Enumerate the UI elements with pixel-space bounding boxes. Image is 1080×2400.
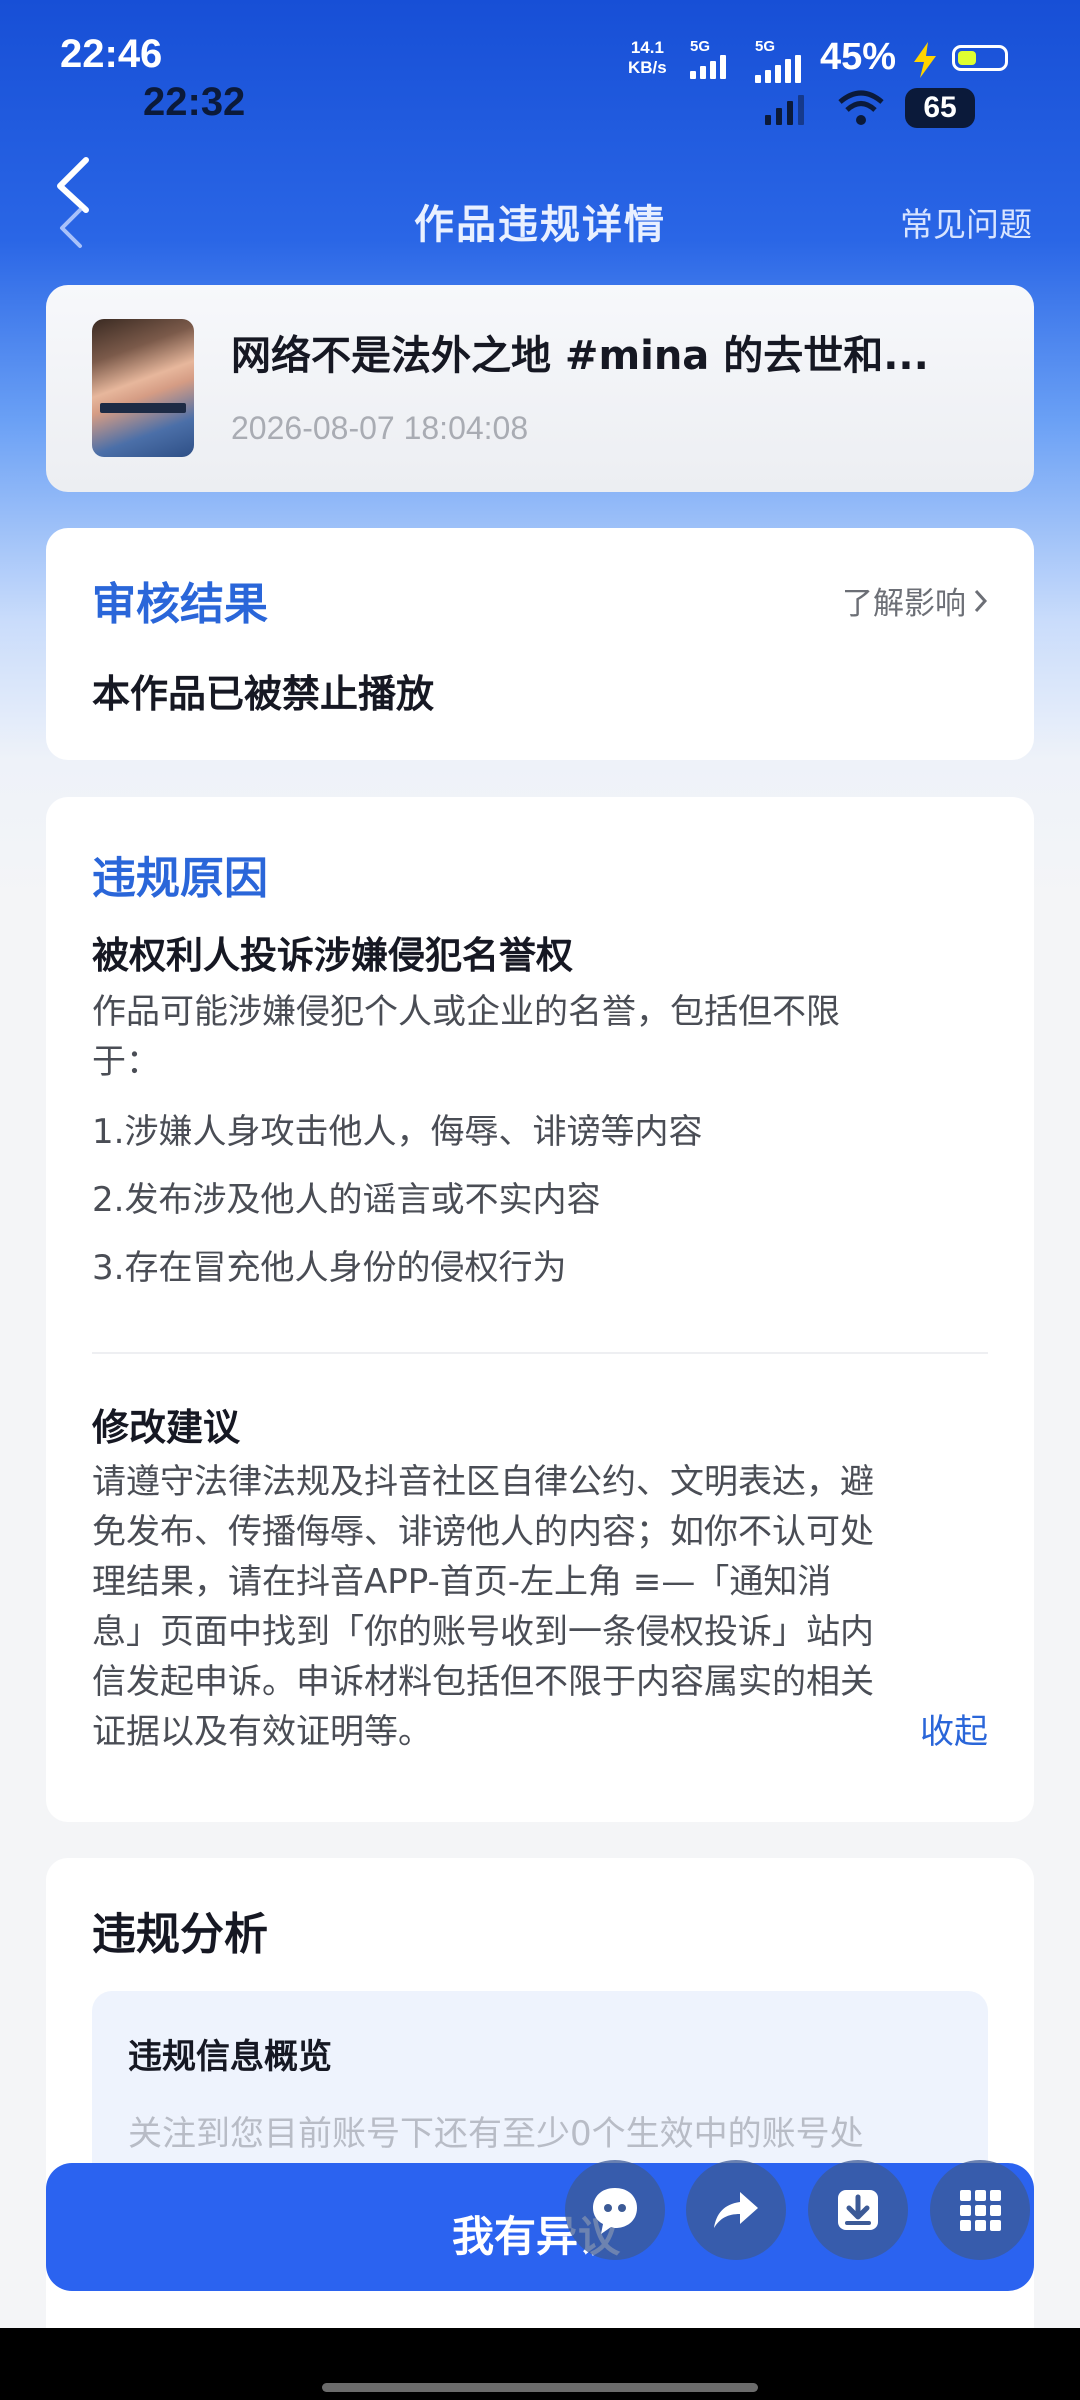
learn-impact-link[interactable]: 了解影响 <box>842 578 988 623</box>
faq-link[interactable]: 常见问题 <box>900 198 1032 246</box>
share-arrow-icon <box>714 2192 758 2228</box>
violation-desc-line1: 作品可能涉嫌侵犯个人或企业的名誉，包括但不限 <box>92 992 840 1032</box>
sim2-signal-icon <box>755 55 801 83</box>
download-button[interactable] <box>808 2160 908 2260</box>
sim1-network-label: 5G <box>690 38 711 55</box>
quote-bubble-button[interactable] <box>565 2160 665 2260</box>
grid-menu-button[interactable] <box>930 2160 1030 2260</box>
advice-line-6: 证据以及有效证明等。 <box>92 1712 432 1752</box>
advice-line-2: 免发布、传播侮辱、诽谤他人的内容；如你不认可处 <box>92 1512 874 1552</box>
collapse-link[interactable]: 收起 <box>920 1707 988 1757</box>
grid-menu-icon <box>960 2190 1001 2231</box>
sim2-network-label: 5G <box>755 38 776 55</box>
sim2-signal: 5G <box>755 38 801 83</box>
violation-analysis-title: 违规分析 <box>92 1909 268 1960</box>
status-time: 22:46 <box>60 32 163 76</box>
home-indicator[interactable] <box>322 2383 758 2392</box>
review-result-card: 审核结果 了解影响 本作品已被禁止播放 <box>46 528 1034 760</box>
violation-analysis-card: 违规分析 违规信息概览 关注到您目前账号下还有至少0个生效中的账号处 <box>46 1858 1034 2378</box>
review-result-title: 审核结果 <box>92 579 268 630</box>
network-speed-unit: KB/s <box>628 58 667 77</box>
network-speed: 14.1 KB/s <box>628 38 667 78</box>
status-time-secondary: 22:32 <box>143 80 246 124</box>
quote-bubble-icon <box>593 2188 637 2234</box>
work-card[interactable]: 网络不是法外之地 #mina 的去世和... 2026-08-07 18:04:… <box>46 285 1034 492</box>
advice-line-5: 信发起申诉。申诉材料包括但不限于内容属实的相关 <box>92 1662 874 1702</box>
wifi-icon <box>838 90 884 130</box>
violation-item-2: 2.发布涉及他人的谣言或不实内容 <box>92 1180 601 1220</box>
violation-subtitle: 被权利人投诉涉嫌侵犯名誉权 <box>92 934 573 977</box>
charging-bolt-icon <box>910 42 940 82</box>
sim1-signal: 5G <box>690 38 726 79</box>
advice-title: 修改建议 <box>92 1406 240 1449</box>
ghost-signal-icon <box>765 95 804 125</box>
network-speed-value: 14.1 <box>630 38 664 57</box>
share-button[interactable] <box>686 2160 786 2260</box>
violation-item-3: 3.存在冒充他人身份的侵权行为 <box>92 1248 567 1288</box>
review-status-text: 本作品已被禁止播放 <box>92 672 435 716</box>
battery-icon <box>952 45 1008 71</box>
violation-reason-title: 违规原因 <box>92 853 268 904</box>
section-divider <box>92 1352 988 1354</box>
app-screen: 22:46 22:32 14.1 KB/s 5G 5G 45% 65 作品违规详… <box>0 0 1080 2400</box>
sim1-signal-icon <box>690 55 726 79</box>
chevron-right-icon <box>974 589 988 612</box>
work-date: 2026-08-07 18:04:08 <box>231 410 529 446</box>
violation-desc-line2: 于： <box>92 1042 160 1082</box>
download-icon <box>838 2190 878 2230</box>
violation-reason-card: 违规原因 被权利人投诉涉嫌侵犯名誉权 作品可能涉嫌侵犯个人或企业的名誉，包括但不… <box>46 797 1034 1822</box>
work-title: 网络不是法外之地 #mina 的去世和... <box>231 333 929 379</box>
advice-line-4: 息」页面中找到「你的账号收到一条侵权投诉」站内 <box>92 1612 874 1652</box>
violation-item-1: 1.涉嫌人身攻击他人，侮辱、诽谤等内容 <box>92 1112 703 1152</box>
advice-line-1: 请遵守法律法规及抖音社区自律公约、文明表达，避 <box>92 1462 874 1502</box>
learn-impact-label: 了解影响 <box>842 586 966 622</box>
ghost-battery-icon: 65 <box>905 88 975 128</box>
advice-line-3: 理结果，请在抖音APP-首页-左上角 ≡—「通知消 <box>92 1562 832 1602</box>
battery-percentage: 45% <box>820 36 897 78</box>
overview-title: 违规信息概览 <box>128 2037 332 2077</box>
overview-text: 关注到您目前账号下还有至少0个生效中的账号处 <box>128 2114 864 2154</box>
work-thumbnail <box>92 319 194 457</box>
